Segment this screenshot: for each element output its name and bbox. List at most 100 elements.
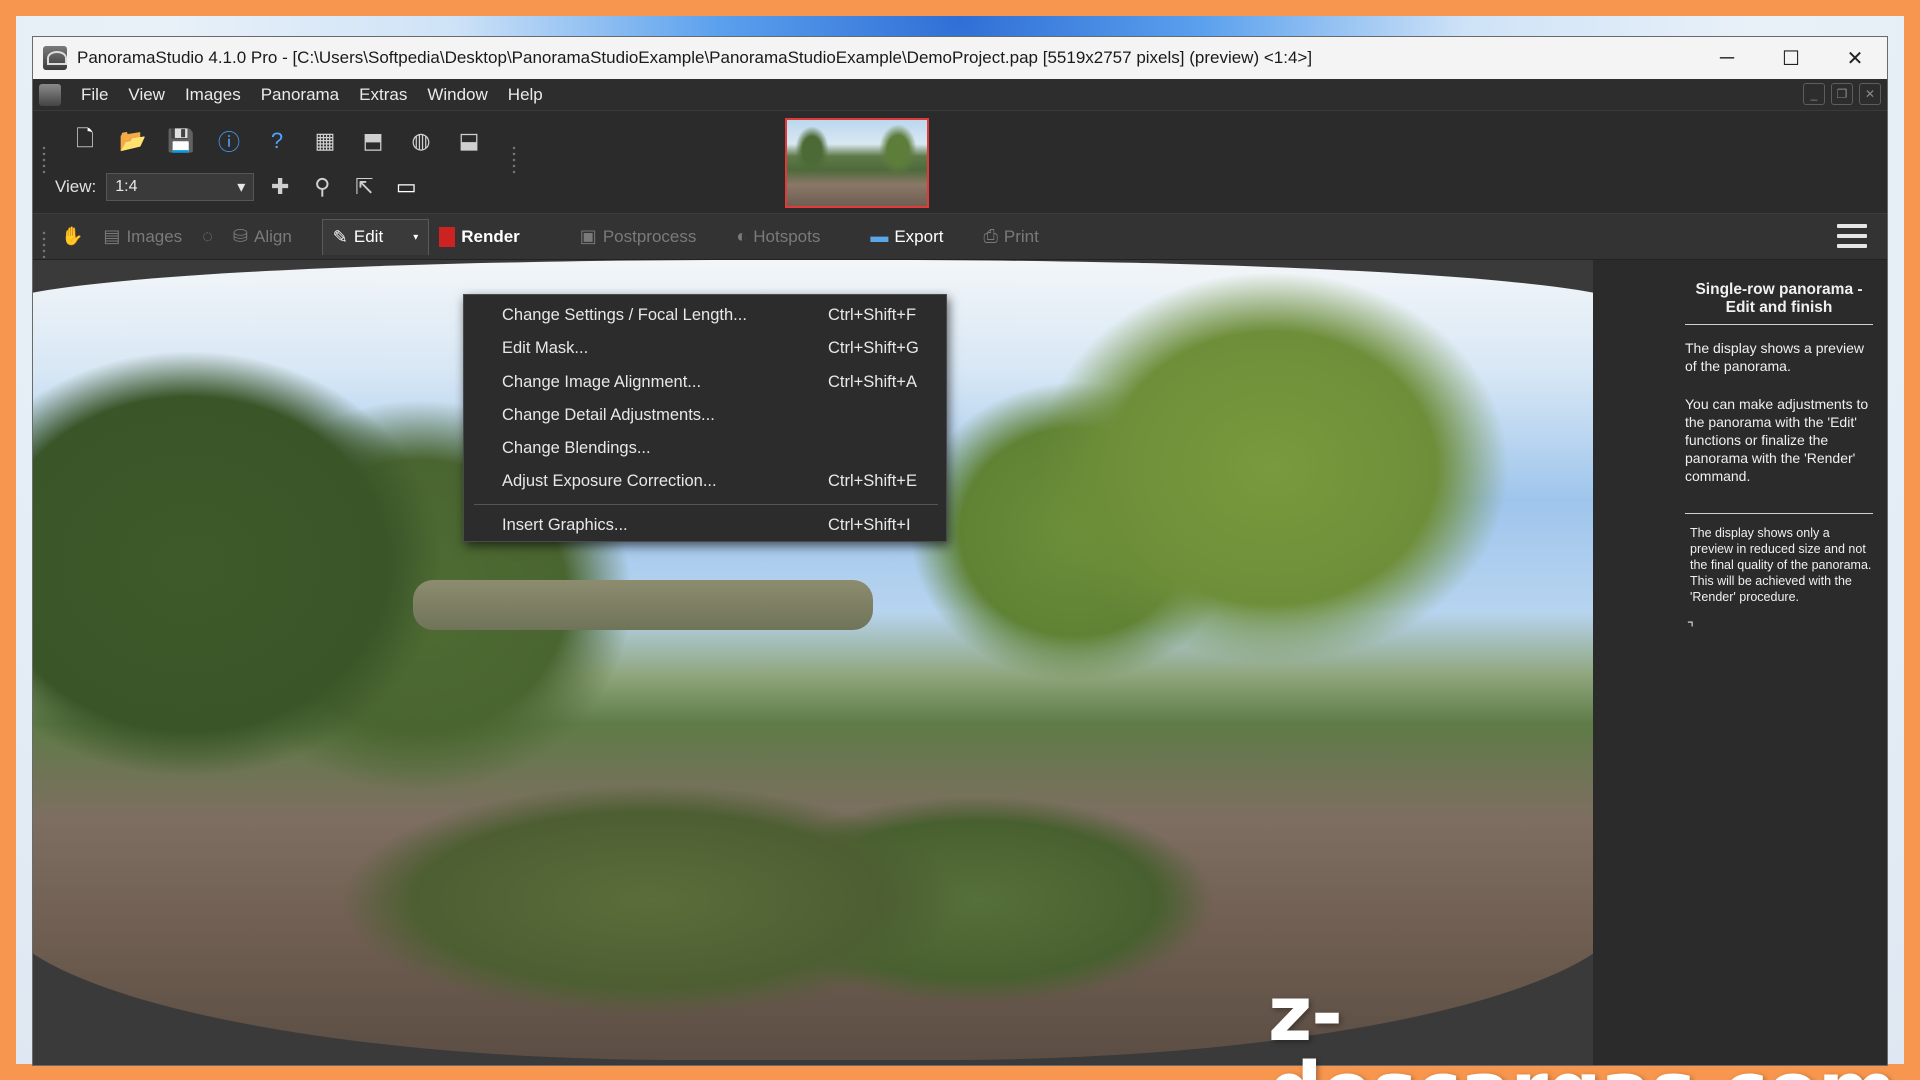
info-icon[interactable]: ⓘ (213, 125, 245, 157)
printer-icon: ⎙ (983, 226, 998, 246)
minimize-button[interactable]: ─ (1695, 37, 1759, 79)
menu-item-shortcut: Ctrl+Shift+F (828, 306, 917, 324)
view-label: View: (55, 177, 97, 196)
app-menu-icon[interactable] (39, 83, 61, 106)
menu-edit-mask[interactable]: Edit Mask... Ctrl+Shift+G (464, 332, 946, 365)
print-step-label: Print (1003, 226, 1039, 246)
toolbar-grip-right[interactable] (511, 145, 517, 175)
mdi-controls: _ ❐ ✕ (1803, 83, 1881, 105)
zoom-select[interactable]: 1:4 ▾ (106, 173, 255, 201)
edit-step-button[interactable]: ✎ Edit ▾ (321, 218, 430, 255)
main-toolbar: 🗋 📂 💾 ⓘ ? ▦ ⬒ ◍ ⬓ (69, 125, 485, 157)
images-step-button[interactable]: ▤ Images (93, 219, 192, 255)
menu-item-label: Change Image Alignment... (502, 373, 702, 391)
align-step-button[interactable]: ⛁ Align (223, 219, 302, 255)
menu-help[interactable]: Help (498, 85, 553, 105)
images-icon[interactable]: ▦ (309, 125, 341, 157)
menu-file[interactable]: File (71, 85, 118, 105)
menu-extras[interactable]: Extras (349, 85, 417, 105)
sphere-icon[interactable]: ◍ (405, 125, 437, 157)
menu-separator (474, 504, 938, 505)
mdi-restore-button[interactable]: ❐ (1831, 83, 1853, 105)
edit-icon: ✎ (332, 226, 348, 247)
zoom-select-value: 1:4 (115, 178, 138, 195)
edit-chevron-down-icon: ▾ (413, 231, 419, 243)
export-step-icon: ▬ (870, 226, 889, 246)
help-paragraph-3: The display shows only a preview in redu… (1690, 526, 1872, 604)
postprocess-step-label: Postprocess (602, 226, 697, 246)
zoom-in-icon[interactable]: ✚ (264, 171, 296, 203)
chevron-down-icon: ▾ (237, 179, 246, 196)
hotspots-step-button[interactable]: ◐ Hotspots (726, 219, 830, 255)
help-icon[interactable]: ? (261, 125, 293, 157)
zoom-out-icon[interactable]: ⚲ (306, 171, 338, 203)
toolbar-grip[interactable] (41, 145, 47, 175)
menu-item-label: Change Blendings... (502, 439, 651, 457)
app-window: PanoramaStudio 4.1.0 Pro - [C:\Users\Sof… (32, 36, 1888, 1066)
menu-item-shortcut: Ctrl+Shift+I (828, 516, 911, 534)
river-region (413, 580, 873, 630)
new-file-icon[interactable]: 🗋 (69, 125, 101, 157)
help-divider-2 (1685, 513, 1873, 514)
print-step-button[interactable]: ⎙ Print (973, 219, 1048, 255)
close-button[interactable]: ✕ (1823, 37, 1887, 79)
images-step-label: Images (126, 226, 183, 246)
align-icon: ⛁ (232, 226, 248, 246)
window-title: PanoramaStudio 4.1.0 Pro - [C:\Users\Sof… (77, 48, 1313, 67)
fit-icon[interactable]: ⇱ (348, 171, 380, 203)
menu-change-blendings[interactable]: Change Blendings... (464, 432, 946, 465)
menu-change-settings[interactable]: Change Settings / Focal Length... Ctrl+S… (464, 299, 946, 332)
watermark-text: z-descargas.com (1268, 969, 1897, 1080)
export-icon[interactable]: ⬓ (453, 125, 485, 157)
menu-change-detail[interactable]: Change Detail Adjustments... (464, 399, 946, 432)
menu-change-alignment[interactable]: Change Image Alignment... Ctrl+Shift+A (464, 366, 946, 399)
menu-images[interactable]: Images (175, 85, 251, 105)
help-paragraph-1: The display shows a preview of the panor… (1685, 340, 1864, 374)
render-step-button[interactable]: Render (429, 219, 530, 255)
preview-icon[interactable]: ▭ (390, 171, 422, 203)
menu-view[interactable]: View (118, 85, 175, 105)
menu-item-label: Adjust Exposure Correction... (502, 472, 717, 490)
hand-tool-button[interactable]: ✋ (51, 219, 93, 255)
open-folder-icon[interactable]: 📂 (117, 125, 149, 157)
panorama-thumbnail[interactable] (785, 118, 929, 208)
menu-panorama[interactable]: Panorama (251, 85, 349, 105)
workflow-grip[interactable] (41, 229, 47, 260)
render-step-label: Render (461, 226, 520, 246)
align-step-label: Align (253, 226, 292, 246)
menu-item-shortcut: Ctrl+Shift+A (828, 373, 917, 391)
menu-item-label: Change Settings / Focal Length... (502, 306, 747, 324)
menu-window[interactable]: Window (417, 85, 497, 105)
hamburger-menu-icon[interactable] (1837, 224, 1867, 248)
help-collapse-icon[interactable]: ⌝ (1687, 619, 1694, 637)
help-divider (1685, 324, 1873, 325)
menu-item-shortcut: Ctrl+Shift+E (828, 472, 917, 490)
view-toolbar: View: 1:4 ▾ ✚ ⚲ ⇱ ▭ (53, 171, 422, 203)
toolbar-area: 🗋 📂 💾 ⓘ ? ▦ ⬒ ◍ ⬓ View: 1:4 ▾ ✚ ⚲ ⇱ ▭ (33, 111, 1887, 214)
workflow-bar: ✋ ▤ Images ◌ ⛁ Align ✎ Edit ▾ Render ▣ Postpr… (33, 214, 1887, 260)
globe-step-button[interactable]: ◌ (192, 219, 223, 255)
menu-item-label: Edit Mask... (502, 339, 589, 357)
stitch-icon[interactable]: ⬒ (357, 125, 389, 157)
postprocess-step-button[interactable]: ▣ Postprocess (570, 219, 707, 255)
title-bar[interactable]: PanoramaStudio 4.1.0 Pro - [C:\Users\Sof… (33, 37, 1887, 79)
menu-item-shortcut: Ctrl+Shift+G (828, 339, 919, 357)
images-step-icon: ▤ (103, 226, 121, 246)
mdi-close-button[interactable]: ✕ (1859, 83, 1881, 105)
menu-insert-graphics[interactable]: Insert Graphics... Ctrl+Shift+I (464, 509, 946, 542)
menu-bar: File View Images Panorama Extras Window … (33, 79, 1887, 111)
maximize-button[interactable]: ☐ (1759, 37, 1823, 79)
hand-icon: ✋ (61, 226, 84, 246)
save-icon[interactable]: 💾 (165, 125, 197, 157)
postprocess-icon: ▣ (579, 226, 597, 246)
render-icon (439, 226, 456, 247)
mdi-minimize-button[interactable]: _ (1803, 83, 1825, 105)
menu-adjust-exposure[interactable]: Adjust Exposure Correction... Ctrl+Shift… (464, 465, 946, 498)
app-icon (43, 46, 67, 70)
export-step-button[interactable]: ▬ Export (860, 219, 953, 255)
hotspots-step-label: Hotspots (753, 226, 821, 246)
edit-dropdown-menu: Change Settings / Focal Length... Ctrl+S… (463, 294, 947, 542)
export-step-label: Export (894, 226, 944, 246)
edit-step-label: Edit (353, 227, 384, 246)
hotspots-icon: ◐ (736, 226, 748, 246)
